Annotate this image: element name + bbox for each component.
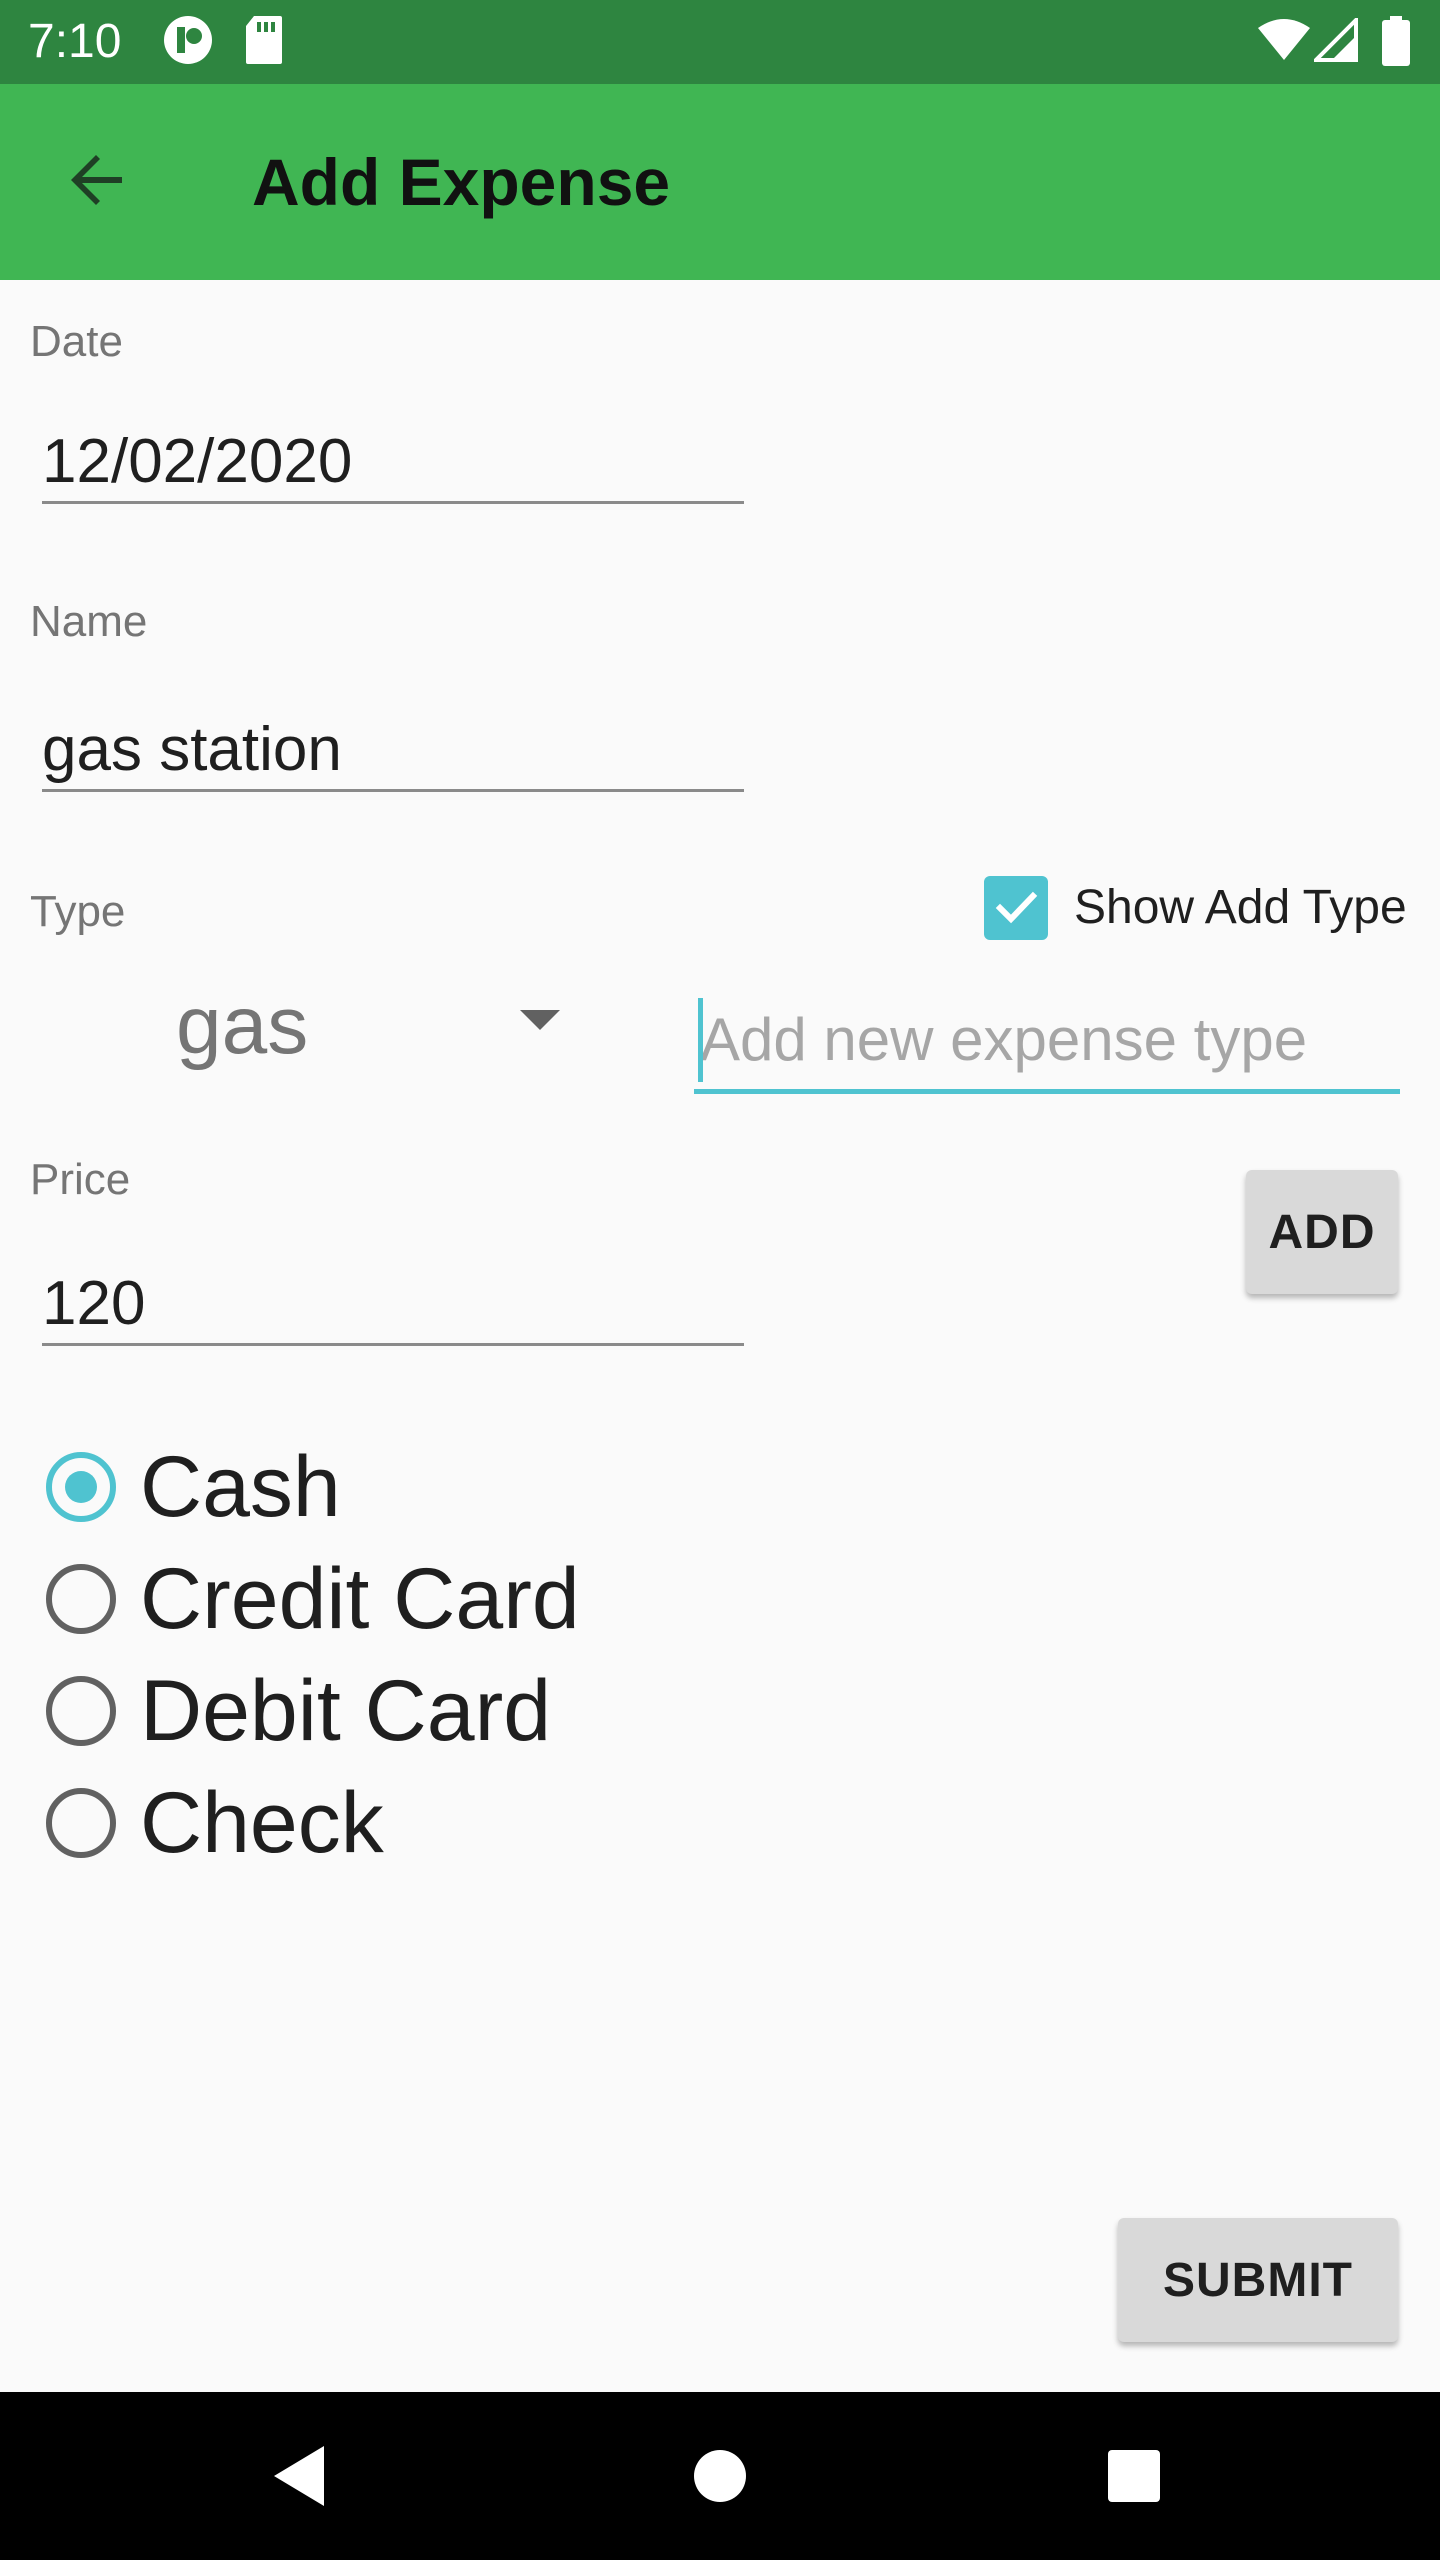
radio-unchecked-icon bbox=[46, 1788, 116, 1858]
price-field[interactable]: 120 bbox=[42, 1246, 744, 1346]
add-type-button[interactable]: ADD bbox=[1246, 1170, 1398, 1294]
date-field[interactable]: 12/02/2020 bbox=[42, 404, 744, 504]
nav-back-icon[interactable] bbox=[260, 2436, 340, 2516]
type-selected-value: gas bbox=[176, 980, 309, 1071]
arrow-back-icon bbox=[66, 148, 130, 217]
radio-label: Cash bbox=[140, 1439, 341, 1535]
back-button[interactable] bbox=[40, 134, 156, 230]
nav-recents-icon[interactable] bbox=[1094, 2436, 1174, 2516]
type-label: Type bbox=[30, 887, 126, 936]
radio-debit-card[interactable]: Debit Card bbox=[46, 1656, 551, 1766]
name-field[interactable]: gas station bbox=[42, 692, 744, 792]
name-value: gas station bbox=[42, 715, 342, 784]
type-spinner[interactable]: gas bbox=[120, 960, 600, 1090]
price-value: 120 bbox=[42, 1269, 146, 1338]
dropdown-arrow-icon bbox=[520, 1010, 560, 1030]
battery-icon bbox=[1382, 16, 1410, 71]
radio-credit-card[interactable]: Credit Card bbox=[46, 1544, 580, 1654]
app-notification-icon bbox=[162, 14, 214, 71]
price-label: Price bbox=[30, 1155, 131, 1204]
radio-unchecked-icon bbox=[46, 1564, 116, 1634]
radio-label: Credit Card bbox=[140, 1551, 580, 1647]
radio-check[interactable]: Check bbox=[46, 1768, 384, 1878]
sd-card-icon bbox=[244, 14, 284, 71]
status-time: 7:10 bbox=[28, 15, 122, 68]
new-type-input[interactable] bbox=[694, 990, 1400, 1089]
checkbox-checked-icon bbox=[984, 876, 1048, 940]
submit-button[interactable]: SUBMIT bbox=[1118, 2218, 1398, 2342]
radio-checked-icon bbox=[46, 1452, 116, 1522]
new-type-field[interactable] bbox=[694, 990, 1400, 1094]
page-title: Add Expense bbox=[252, 145, 671, 219]
radio-unchecked-icon bbox=[46, 1676, 116, 1746]
status-bar: 7:10 bbox=[0, 0, 1440, 84]
date-value: 12/02/2020 bbox=[42, 427, 353, 496]
show-add-type-label: Show Add Type bbox=[1074, 881, 1407, 934]
text-cursor bbox=[698, 998, 703, 1082]
radio-label: Debit Card bbox=[140, 1663, 552, 1759]
nav-home-icon[interactable] bbox=[680, 2436, 760, 2516]
radio-cash[interactable]: Cash bbox=[46, 1432, 341, 1542]
wifi-icon bbox=[1256, 18, 1312, 67]
app-bar: Add Expense bbox=[0, 84, 1440, 280]
navigation-bar bbox=[0, 2392, 1440, 2560]
radio-label: Check bbox=[140, 1775, 384, 1871]
cell-signal-icon bbox=[1311, 15, 1358, 67]
date-label: Date bbox=[30, 317, 123, 366]
name-label: Name bbox=[30, 597, 148, 646]
show-add-type-checkbox[interactable]: Show Add Type bbox=[984, 870, 1407, 946]
